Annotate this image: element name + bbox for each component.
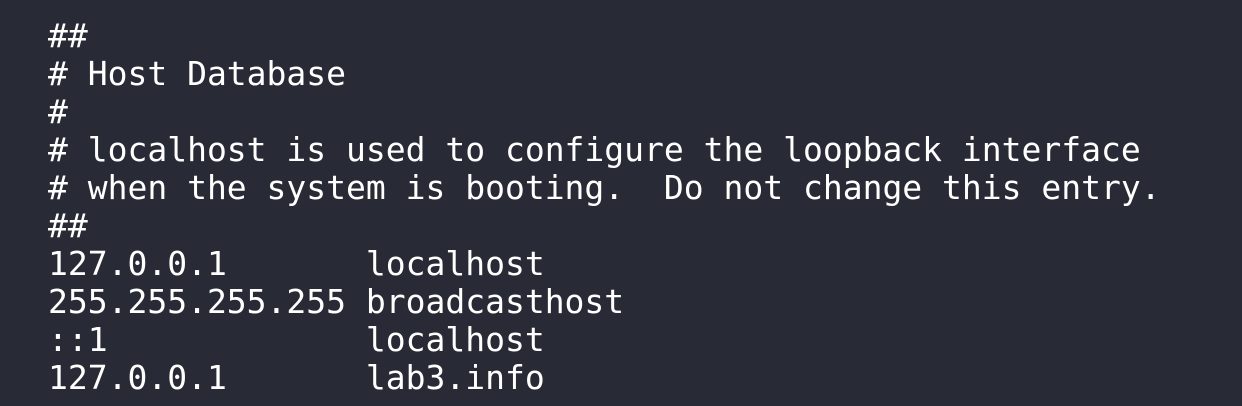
comment-line: ## <box>48 206 88 245</box>
host-entry-line: 127.0.0.1 lab3.info <box>48 358 545 397</box>
comment-line: # localhost is used to configure the loo… <box>48 130 1141 169</box>
comment-line: # when the system is booting. Do not cha… <box>48 168 1161 207</box>
comment-line: ## <box>48 16 88 55</box>
host-entry-line: 255.255.255.255 broadcasthost <box>48 282 625 321</box>
host-entry-line: 127.0.0.1 localhost <box>48 244 545 283</box>
comment-line: # Host Database <box>48 54 347 93</box>
host-entry-line: ::1 localhost <box>48 320 545 359</box>
terminal-window[interactable]: ## # Host Database # # localhost is used… <box>0 0 1242 406</box>
comment-line: # <box>48 92 68 131</box>
